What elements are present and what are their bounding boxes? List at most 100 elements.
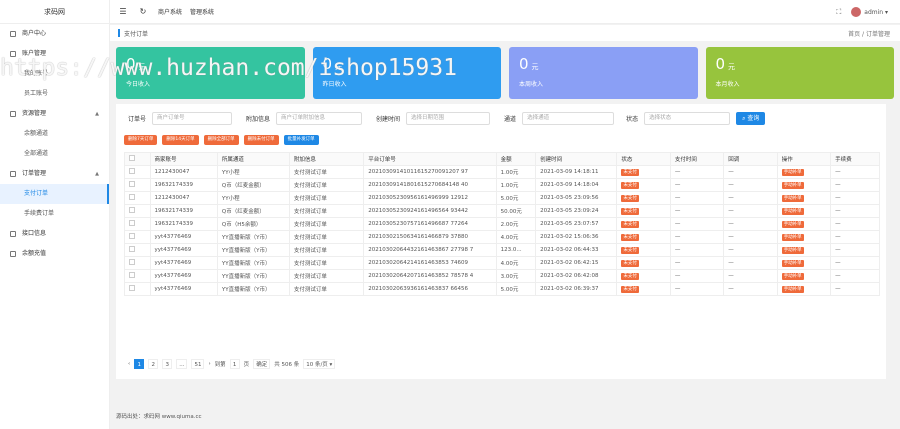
sidebar-item-9[interactable]: 手续费订单	[0, 204, 109, 224]
page-button-2[interactable]: 2	[148, 359, 159, 369]
row-checkbox[interactable]	[129, 272, 135, 278]
menu-icon[interactable]: ☰	[116, 7, 130, 16]
time-input[interactable]: 选择日期范围	[406, 112, 491, 125]
sidebar-item-4[interactable]: 资源管理 ▲	[0, 104, 109, 124]
table-cell	[124, 204, 151, 218]
table-cell: 5.00元	[495, 191, 537, 205]
order-input[interactable]: 商户订单号	[152, 112, 233, 125]
action-button-3[interactable]: 删除未付订单	[243, 135, 279, 145]
table-cell: 20210305230956161496999 12912	[363, 191, 497, 205]
sidebar-item-0[interactable]: 商户中心	[0, 24, 109, 44]
stat-card-3: 0 元本月收入	[705, 47, 894, 99]
table-cell: —	[669, 243, 725, 257]
table-cell: 手动补单	[776, 243, 832, 257]
table-cell: 手动补单	[776, 230, 832, 244]
resend-button[interactable]: 手动补单	[781, 168, 804, 176]
page-size-select[interactable]: 10 条/页 ▾	[303, 359, 336, 369]
table-cell: yyt43776469	[149, 230, 218, 244]
fullscreen-icon[interactable]: ⛶	[836, 8, 841, 17]
sidebar-item-label: 手续费订单	[24, 210, 55, 217]
goto-confirm-button[interactable]: 确定	[253, 359, 271, 369]
table-cell: —	[723, 204, 778, 218]
orders-table: 商家账号 所属通道 附加信息 平台订单号 金额 创建时间 状态 支付时间 回调 操作 手续费 121…	[124, 152, 880, 296]
table-cell: 支付测试订单	[288, 204, 365, 218]
table-cell: 支付测试订单	[288, 191, 365, 205]
row-checkbox[interactable]	[129, 207, 135, 213]
search-button-label: 查询	[747, 115, 760, 122]
table-cell: 手动补单	[776, 269, 832, 283]
sidebar-item-5[interactable]: 余额通道	[0, 124, 109, 144]
table-row: 19632174339 Q币（H5余额） 支付测试订单 202103052307571…	[124, 217, 880, 231]
search-button[interactable]: ⌕ 查询	[736, 112, 766, 125]
resend-button[interactable]: 手动补单	[781, 285, 804, 293]
table-cell	[124, 217, 151, 231]
menu-icon	[10, 111, 16, 117]
prev-page-button[interactable]: ‹	[128, 361, 130, 367]
table-cell: —	[669, 269, 725, 283]
sidebar-item-label: 支付订单	[24, 190, 49, 197]
resend-button[interactable]: 手动补单	[781, 220, 804, 228]
sidebar-item-7[interactable]: 订单管理 ▲	[0, 164, 109, 184]
sidebar-item-6[interactable]: 全部通道	[0, 144, 109, 164]
stat-unit: 元	[728, 63, 736, 71]
resend-button[interactable]: 手动补单	[781, 272, 804, 280]
sidebar-item-10[interactable]: 接口信息	[0, 224, 109, 244]
page-button-...[interactable]: ...	[176, 359, 188, 369]
row-checkbox[interactable]	[129, 220, 135, 226]
row-checkbox[interactable]	[129, 181, 135, 187]
page-button-3[interactable]: 3	[162, 359, 173, 369]
resend-button[interactable]: 手动补单	[781, 194, 804, 202]
resend-button[interactable]: 手动补单	[781, 259, 804, 267]
table-cell: —	[723, 217, 778, 231]
tab-merchant-system[interactable]: 商户系统	[158, 7, 182, 16]
caret-icon: ▲	[95, 111, 99, 117]
table-header-1: 商家账号	[149, 152, 218, 166]
sidebar-item-label: 员工账号	[24, 90, 49, 97]
row-checkbox[interactable]	[129, 259, 135, 265]
user-menu[interactable]: admin ▾	[851, 7, 888, 17]
sidebar-item-8[interactable]: 支付订单	[0, 184, 109, 204]
refresh-icon[interactable]: ↻	[136, 7, 150, 16]
table-cell: 5.00元	[495, 282, 537, 296]
tab-admin-system[interactable]: 管理系统	[190, 7, 214, 16]
status-select[interactable]: 选择状态	[644, 112, 731, 125]
page-button-1[interactable]: 1	[134, 359, 145, 369]
table-cell: 2021-03-02 06:42:08	[535, 269, 618, 283]
table-cell: 手动补单	[776, 191, 832, 205]
table-cell: YY直播新版（Y币）	[216, 243, 290, 257]
channel-select[interactable]: 选择通道	[522, 112, 615, 125]
table-cell: 2021-03-02 15:06:36	[535, 230, 618, 244]
resend-button[interactable]: 手动补单	[781, 207, 804, 215]
row-checkbox[interactable]	[129, 246, 135, 252]
table-cell: 2021-03-05 23:09:24	[535, 204, 618, 218]
user-name: admin ▾	[864, 8, 888, 16]
resend-button[interactable]: 手动补单	[781, 246, 804, 254]
extra-input[interactable]: 商户订单附加信息	[276, 112, 363, 125]
next-page-button[interactable]: ›	[208, 361, 210, 367]
sidebar-item-11[interactable]: 余额充值	[0, 244, 109, 264]
resend-button[interactable]: 手动补单	[781, 233, 804, 241]
row-checkbox[interactable]	[129, 168, 135, 174]
row-checkbox[interactable]	[129, 285, 135, 291]
breadcrumb-home[interactable]: 首页	[848, 31, 860, 38]
stat-label: 本月收入	[715, 81, 740, 88]
table-cell: YY直播新版（Y币）	[216, 282, 290, 296]
table-cell: 未支付	[616, 256, 671, 270]
page-number-input[interactable]: 1	[229, 359, 240, 369]
action-button-4[interactable]: 批量补发订单	[283, 135, 319, 145]
table-cell: 20210302064207161463852 78578 4	[363, 269, 497, 283]
row-checkbox[interactable]	[129, 233, 135, 239]
sidebar-item-3[interactable]: 员工账号	[0, 84, 109, 104]
page-button-51[interactable]: 51	[191, 359, 205, 369]
action-button-1[interactable]: 删除14天订单	[162, 135, 199, 145]
resend-button[interactable]: 手动补单	[781, 181, 804, 189]
select-all-checkbox[interactable]	[129, 155, 135, 161]
table-cell: 支付测试订单	[288, 269, 365, 283]
table-row: yyt43776469 YY直播新版（Y币） 支付测试订单 2021030206421…	[124, 256, 880, 270]
watermark-text: https://www.huzhan.com/ishop15931	[0, 55, 457, 81]
table-cell: yyt43776469	[149, 282, 218, 296]
table-cell: 手动补单	[776, 178, 832, 192]
action-button-2[interactable]: 删除全部订单	[203, 135, 239, 145]
action-button-0[interactable]: 删除7天订单	[124, 135, 158, 145]
row-checkbox[interactable]	[129, 194, 135, 200]
